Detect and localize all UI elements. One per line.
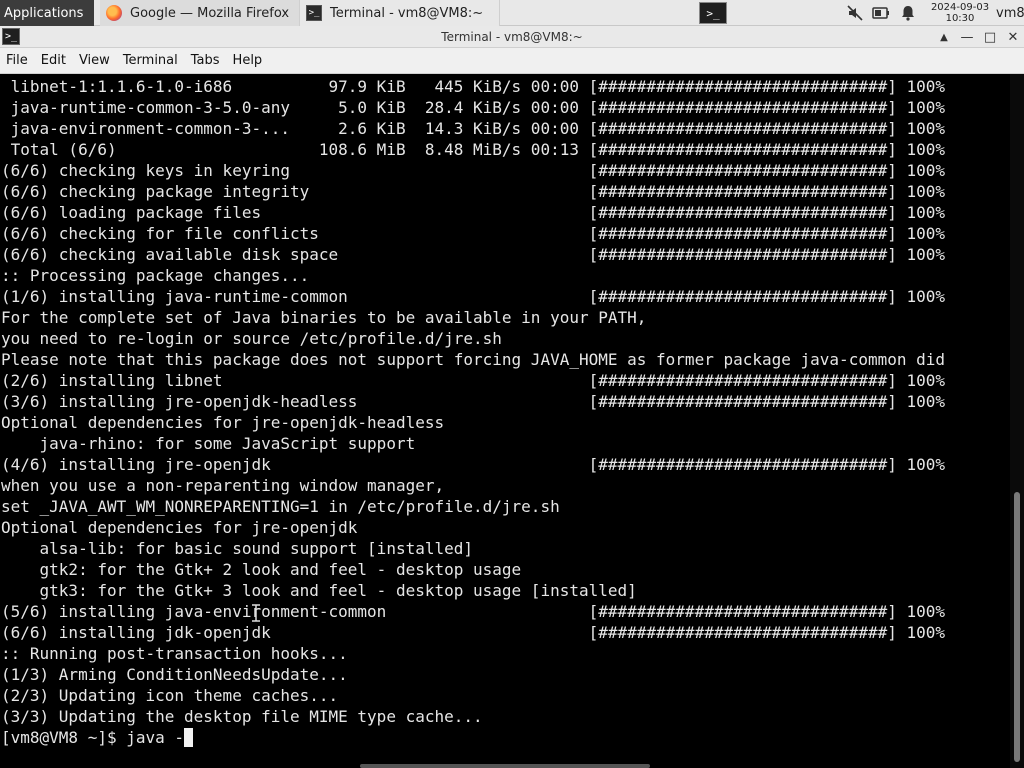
battery-icon[interactable] [871,0,891,26]
terminal-line: (6/6) loading package files [###########… [1,203,946,222]
terminal-line: Optional dependencies for jre-openjdk [1,518,358,537]
clock-time: 10:30 [945,13,975,24]
minimize-button[interactable]: — [956,26,978,48]
mute-icon[interactable] [845,0,865,26]
terminal-line: you need to re-login or source /etc/prof… [1,329,502,348]
terminal-output[interactable]: libnet-1:1.1.6-1.0-i686 97.9 KiB 445 KiB… [0,74,1010,768]
firefox-icon [106,5,122,21]
terminal-text: libnet-1:1.1.6-1.0-i686 97.9 KiB 445 KiB… [0,74,1010,748]
shell-prompt: [vm8@VM8 ~]$ java - [1,728,185,747]
top-panel: Applications Google — Mozilla Firefox >_… [0,0,1024,26]
terminal-line: For the complete set of Java binaries to… [1,308,647,327]
user-menu[interactable]: vm8 [996,0,1024,26]
taskbar-firefox-label: Google — Mozilla Firefox [130,5,290,21]
terminal-line: (6/6) checking for file conflicts [#####… [1,224,946,243]
taskbar-firefox[interactable]: Google — Mozilla Firefox [100,0,300,26]
terminal-line: alsa-lib: for basic sound support [insta… [1,539,474,558]
notification-bell-icon[interactable] [898,0,918,26]
terminal-line: (3/6) installing jre-openjdk-headless [#… [1,392,946,411]
taskbar-terminal-label: Terminal - vm8@VM8:~ [330,5,484,21]
menu-terminal[interactable]: Terminal [117,53,184,68]
terminal-line: java-runtime-common-3-5.0-any 5.0 KiB 28… [1,98,946,117]
terminal-line: libnet-1:1.1.6-1.0-i686 97.9 KiB 445 KiB… [1,77,946,96]
terminal-line: (5/6) installing java-environment-common… [1,602,946,621]
minimize-icon: — [960,29,974,45]
terminal-line: when you use a non-reparenting window ma… [1,476,445,495]
menu-bar: File Edit View Terminal Tabs Help [0,48,1024,74]
clock-date: 2024-09-03 [930,2,990,13]
applications-menu[interactable]: Applications [0,0,94,26]
terminal-line: Optional dependencies for jre-openjdk-he… [1,413,445,432]
terminal-line: (1/6) installing java-runtime-common [##… [1,287,946,306]
block-cursor [184,728,194,747]
shade-button[interactable]: ▲ [933,26,955,48]
maximize-icon: □ [983,29,997,45]
text-cursor-icon [252,604,260,622]
chevron-up-icon: ▲ [940,31,948,43]
maximize-button[interactable]: □ [979,26,1001,48]
terminal-line: set _JAVA_AWT_WM_NONREPARENTING=1 in /et… [1,497,560,516]
terminal-line: :: Running post-transaction hooks... [1,644,348,663]
applications-menu-label: Applications [4,5,84,21]
terminal-line: gtk2: for the Gtk+ 2 look and feel - des… [1,560,522,579]
close-button[interactable]: ✕ [1002,26,1024,48]
terminal-line: (6/6) installing jdk-openjdk [##########… [1,623,946,642]
terminal-line: :: Processing package changes... [1,266,310,285]
terminal-line: (6/6) checking package integrity [######… [1,182,946,201]
menu-tabs[interactable]: Tabs [185,53,226,68]
terminal-scrollbar[interactable] [1010,74,1024,768]
menu-help[interactable]: Help [227,53,269,68]
scrollbar-thumb[interactable] [1014,492,1020,762]
taskbar-terminal[interactable]: >_ Terminal - vm8@VM8:~ [300,0,500,26]
terminal-line: Total (6/6) 108.6 MiB 8.48 MiB/s 00:13 [… [1,140,946,159]
window-title: Terminal - vm8@VM8:~ [441,30,583,44]
close-icon: ✕ [1007,29,1019,45]
terminal-launcher-icon: >_ [699,2,727,24]
user-name: vm8 [996,5,1024,21]
terminal-line: java-environment-common-3-... 2.6 KiB 14… [1,119,946,138]
terminal-line: (1/3) Arming ConditionNeedsUpdate... [1,665,348,684]
terminal-line: (2/6) installing libnet [###############… [1,371,946,390]
terminal-launcher[interactable]: >_ [696,0,730,26]
menu-edit[interactable]: Edit [35,53,72,68]
window-titlebar[interactable]: >_ Terminal - vm8@VM8:~ ▲ — □ ✕ [0,26,1024,48]
terminal-line: java-rhino: for some JavaScript support [1,434,416,453]
menu-file[interactable]: File [0,53,34,68]
terminal-line: (3/3) Updating the desktop file MIME typ… [1,707,483,726]
terminal-line: (2/3) Updating icon theme caches... [1,686,339,705]
clock[interactable]: 2024-09-03 10:30 [928,0,992,26]
menu-view[interactable]: View [73,53,116,68]
terminal-line: gtk3: for the Gtk+ 3 look and feel - des… [1,581,637,600]
horizontal-scroll-indicator [360,764,650,768]
terminal-line: (6/6) checking available disk space [###… [1,245,946,264]
terminal-line: (6/6) checking keys in keyring [########… [1,161,946,180]
terminal-icon: >_ [306,5,322,21]
terminal-line: (4/6) installing jre-openjdk [##########… [1,455,946,474]
terminal-line: Please note that this package does not s… [1,350,946,369]
